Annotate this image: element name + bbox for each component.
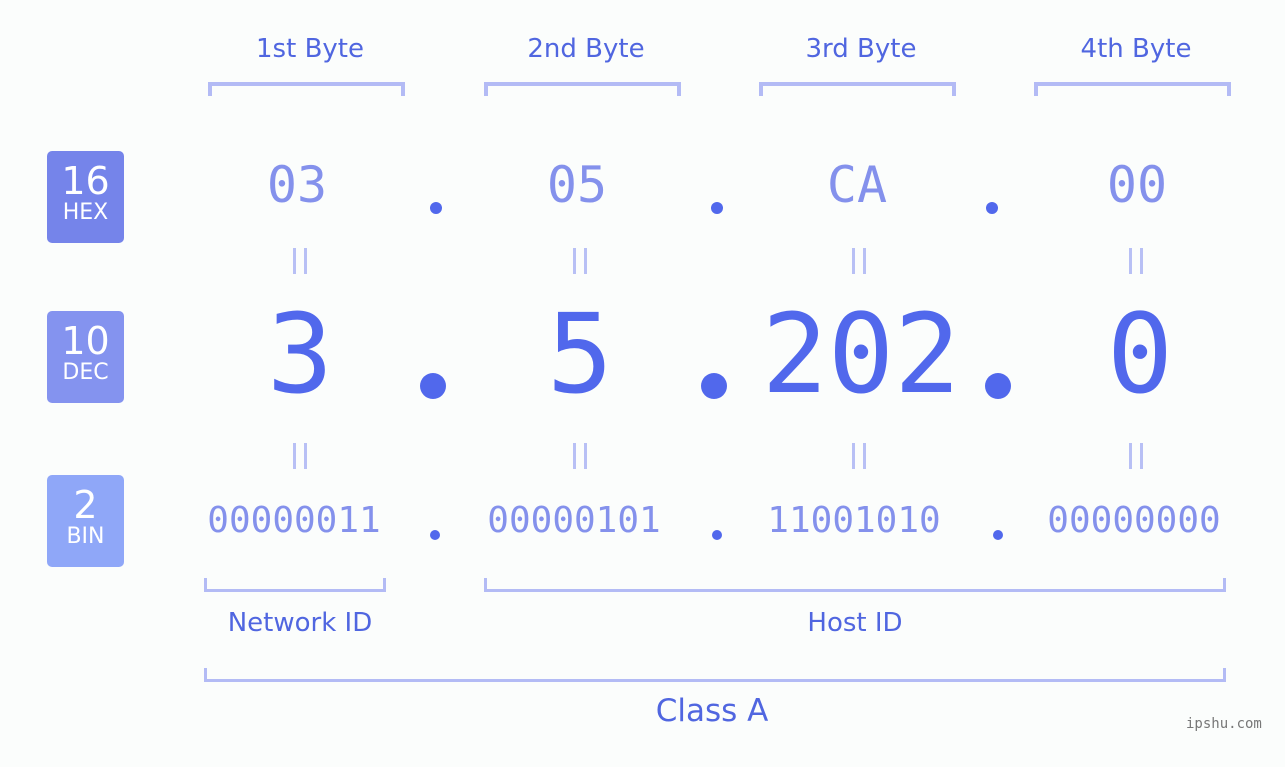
dec-byte-1: 3 <box>266 290 334 418</box>
bin-byte-2: 00000101 <box>487 500 661 541</box>
hex-byte-1: 03 <box>266 156 328 214</box>
hex-badge: 16 HEX <box>47 151 124 243</box>
equals-icon <box>293 443 307 469</box>
bin-separator-dot <box>430 530 440 540</box>
bin-badge-number: 2 <box>73 483 98 527</box>
bin-byte-4: 00000000 <box>1047 500 1221 541</box>
hex-separator-dot <box>430 202 442 214</box>
dec-byte-4: 0 <box>1106 290 1174 418</box>
bin-separator-dot <box>712 530 722 540</box>
byte-bracket-3 <box>759 82 956 96</box>
dec-separator-dot <box>985 373 1011 399</box>
hex-byte-2: 05 <box>546 156 608 214</box>
watermark: ipshu.com <box>1186 716 1262 732</box>
byte-bracket-1 <box>208 82 405 96</box>
network-id-label: Network ID <box>227 608 373 638</box>
dec-separator-dot <box>701 373 727 399</box>
dec-badge: 10 DEC <box>47 311 124 403</box>
byte-bracket-4 <box>1034 82 1231 96</box>
dec-badge-number: 10 <box>61 319 110 363</box>
network-id-bracket <box>204 578 386 592</box>
equals-icon <box>293 248 307 274</box>
bin-badge: 2 BIN <box>47 475 124 567</box>
dec-byte-2: 5 <box>546 290 614 418</box>
equals-icon <box>1129 248 1143 274</box>
byte-bracket-2 <box>484 82 681 96</box>
byte-label-3: 3rd Byte <box>805 34 917 64</box>
bin-byte-3: 11001010 <box>767 500 941 541</box>
equals-icon <box>852 443 866 469</box>
equals-icon <box>573 248 587 274</box>
dec-separator-dot <box>420 373 446 399</box>
equals-icon <box>852 248 866 274</box>
dec-byte-3: 202 <box>761 290 961 418</box>
equals-icon <box>1129 443 1143 469</box>
class-label: Class A <box>655 693 769 729</box>
host-id-label: Host ID <box>807 608 903 638</box>
byte-label-4: 4th Byte <box>1080 34 1192 64</box>
bin-byte-1: 00000011 <box>207 500 381 541</box>
hex-separator-dot <box>711 202 723 214</box>
hex-separator-dot <box>986 202 998 214</box>
hex-byte-3: CA <box>826 156 888 214</box>
hex-byte-4: 00 <box>1106 156 1168 214</box>
equals-icon <box>573 443 587 469</box>
byte-label-2: 2nd Byte <box>527 34 645 64</box>
host-id-bracket <box>484 578 1226 592</box>
hex-badge-number: 16 <box>61 159 110 203</box>
bin-badge-label: BIN <box>66 524 105 549</box>
byte-label-1: 1st Byte <box>256 34 364 64</box>
hex-badge-label: HEX <box>62 200 109 225</box>
dec-badge-label: DEC <box>62 360 109 385</box>
class-bracket <box>204 668 1226 682</box>
bin-separator-dot <box>993 530 1003 540</box>
